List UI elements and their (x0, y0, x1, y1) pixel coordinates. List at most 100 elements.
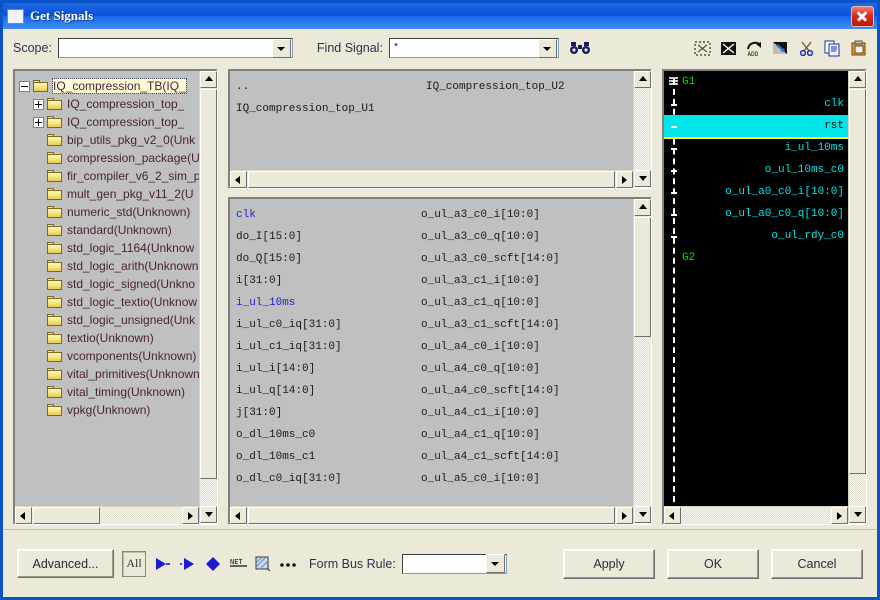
signal-item[interactable]: i_ul_q[14:0] (236, 380, 421, 402)
tree-item[interactable]: bip_utils_pkg_v2_0(Unk (19, 131, 199, 149)
scroll-down-button[interactable] (200, 506, 217, 523)
signal-group-list[interactable]: G1 clk rst i_ul_10ms o_ul_10ms_c0 o_ul_a0_c0_… (664, 71, 848, 506)
tree-item[interactable]: std_logic_unsigned(Unk (19, 311, 199, 329)
advanced-button[interactable]: Advanced... (17, 549, 114, 578)
tree-item[interactable]: numeric_std(Unknown) (19, 203, 199, 221)
more-icon[interactable] (279, 555, 297, 573)
input-port-icon[interactable] (179, 555, 197, 573)
chevron-down-icon[interactable] (537, 38, 557, 58)
tree-item[interactable]: mult_gen_pkg_v11_2(U (19, 185, 199, 203)
all-filter-button[interactable]: All (122, 550, 146, 577)
signal-item[interactable]: i_ul_10ms (236, 292, 421, 314)
signal-item[interactable]: clk (236, 204, 421, 226)
cut-icon[interactable] (798, 40, 815, 57)
scroll-down-button[interactable] (849, 506, 866, 523)
signal-item[interactable]: i_ul_i[14:0] (236, 358, 421, 380)
signal-hscrollbar[interactable] (230, 506, 633, 524)
scroll-up-button[interactable] (634, 71, 651, 88)
replace-icon[interactable] (772, 40, 789, 57)
scope-hscroll-thumb[interactable] (248, 171, 615, 188)
inout-port-icon[interactable] (204, 555, 222, 573)
scroll-down-button[interactable] (634, 170, 651, 187)
chevron-down-icon[interactable] (271, 38, 291, 58)
signal-item[interactable]: o_dl_10ms_c1 (236, 446, 421, 468)
add-icon[interactable]: ADD (746, 40, 763, 58)
scope-vscroll-track[interactable] (634, 88, 651, 170)
group-signal-item[interactable]: i_ul_10ms (664, 137, 848, 159)
signal-item[interactable]: o_ul_a3_c1_i[10:0] (421, 270, 606, 292)
scroll-right-button[interactable] (182, 507, 199, 524)
copy-icon[interactable] (824, 40, 841, 57)
signal-item[interactable]: o_ul_a4_c0_i[10:0] (421, 336, 606, 358)
signal-item[interactable]: i_ul_c1_iq[31:0] (236, 336, 421, 358)
signal-item[interactable]: o_ul_a5_c0_i[10:0] (421, 468, 606, 490)
cancel-button[interactable]: Cancel (771, 548, 863, 579)
signal-list[interactable]: clk do_I[15:0] do_Q[15:0] i[31:0] i_ul_10ms i… (230, 199, 633, 506)
tree-item[interactable]: compression_package(U (19, 149, 199, 167)
scope-item[interactable]: IQ_compression_top_U2 (426, 76, 616, 98)
signal-item[interactable]: o_ul_a4_c1_i[10:0] (421, 402, 606, 424)
tree-item[interactable]: std_logic_arith(Unknown (19, 257, 199, 275)
signal-item[interactable]: o_dl_c0_iq[31:0] (236, 468, 421, 490)
tree-item[interactable]: standard(Unknown) (19, 221, 199, 239)
tree-vscroll-thumb[interactable] (200, 89, 217, 479)
signal-item[interactable]: do_I[15:0] (236, 226, 421, 248)
collapse-icon[interactable] (19, 80, 30, 92)
tree-item[interactable]: vital_primitives(Unknown (19, 365, 199, 383)
scope-item[interactable] (426, 98, 616, 120)
tree-item[interactable]: std_logic_textio(Unknow (19, 293, 199, 311)
scroll-up-button[interactable] (200, 71, 217, 88)
ok-button[interactable]: OK (667, 548, 759, 579)
scope-input[interactable] (57, 38, 293, 58)
tree-item[interactable]: vital_timing(Unknown) (19, 383, 199, 401)
tree-item[interactable]: IQ_compression_top_ (19, 95, 199, 113)
scroll-left-button[interactable] (15, 507, 32, 524)
scope-item[interactable]: IQ_compression_top_U1 (236, 98, 426, 120)
group-item[interactable]: G1 (664, 71, 848, 93)
signal-item[interactable]: i[31:0] (236, 270, 421, 292)
signal-hscroll-thumb[interactable] (248, 507, 615, 524)
select-none-icon[interactable] (694, 40, 711, 57)
signal-item[interactable]: o_dl_10ms_c0 (236, 424, 421, 446)
paste-icon[interactable] (850, 40, 867, 57)
tree-hscrollbar[interactable] (15, 506, 199, 524)
tree-item[interactable]: fir_compiler_v6_2_sim_p (19, 167, 199, 185)
signal-item[interactable]: o_ul_a3_c0_q[10:0] (421, 226, 606, 248)
group-signal-item[interactable]: o_ul_a0_c0_i[10:0] (664, 181, 848, 203)
tree-item[interactable]: IQ_compression_top_ (19, 113, 199, 131)
variable-icon[interactable] (254, 555, 272, 573)
find-signal-input[interactable]: * (388, 38, 559, 58)
wave-vscrollbar[interactable] (848, 71, 866, 523)
scope-list[interactable]: .. IQ_compression_top_U1 IQ_compression_t… (230, 71, 633, 170)
close-icon[interactable] (851, 5, 874, 27)
signal-item[interactable]: o_ul_a4_c1_q[10:0] (421, 424, 606, 446)
signal-item[interactable]: o_ul_a3_c0_scft[14:0] (421, 248, 606, 270)
group-signal-item[interactable]: o_ul_rdy_c0 (664, 225, 848, 247)
tree-hscroll-thumb[interactable] (33, 507, 100, 524)
signal-vscroll-thumb[interactable] (634, 217, 651, 337)
apply-button[interactable]: Apply (563, 548, 655, 579)
scroll-left-button[interactable] (230, 171, 247, 188)
tree-vscrollbar[interactable] (199, 71, 217, 523)
signal-item[interactable]: o_ul_a4_c1_scft[14:0] (421, 446, 606, 468)
tree-item[interactable]: std_logic_signed(Unkno (19, 275, 199, 293)
scope-vscrollbar[interactable] (633, 71, 651, 187)
tree-item[interactable]: std_logic_1164(Unknow (19, 239, 199, 257)
scroll-up-button[interactable] (634, 199, 651, 216)
signal-item[interactable]: i_ul_c0_iq[31:0] (236, 314, 421, 336)
tree-item[interactable]: IQ_compression_TB(IQ_ (19, 77, 199, 95)
wave-vscroll-thumb[interactable] (849, 89, 866, 474)
scroll-left-button[interactable] (664, 507, 681, 524)
signal-item[interactable]: o_ul_a4_c0_scft[14:0] (421, 380, 606, 402)
tree-item[interactable]: vcomponents(Unknown) (19, 347, 199, 365)
wave-hscrollbar[interactable] (664, 506, 848, 524)
output-port-icon[interactable] (154, 555, 172, 573)
chevron-down-icon[interactable] (485, 554, 505, 573)
design-tree[interactable]: IQ_compression_TB(IQ_ IQ_compression_top_… (15, 71, 199, 506)
scroll-left-button[interactable] (230, 507, 247, 524)
wave-hscroll-track[interactable] (681, 507, 831, 524)
signal-item[interactable]: j[31:0] (236, 402, 421, 424)
select-all-icon[interactable] (720, 40, 737, 57)
group-signal-item[interactable]: rst (664, 115, 848, 139)
signal-item[interactable]: o_ul_a3_c1_q[10:0] (421, 292, 606, 314)
